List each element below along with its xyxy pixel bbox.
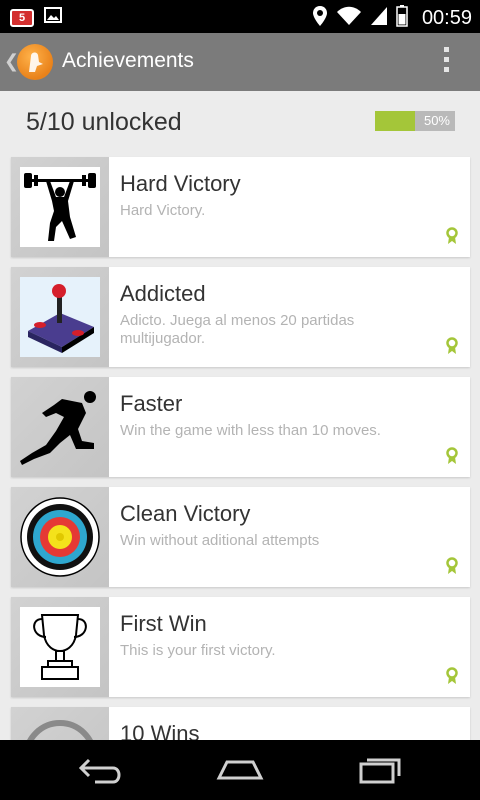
achievement-card[interactable]: Hard Victory Hard Victory. [11, 157, 470, 257]
trophy-icon [20, 607, 100, 687]
achievement-thumbnail [11, 377, 109, 477]
summary: 5/10 unlocked 50% [0, 91, 480, 155]
status-bar: 5 00:59 [0, 0, 480, 33]
notification-badge-icon: 5 [10, 8, 34, 27]
achievement-title: 10 Wins [120, 721, 200, 740]
battery-icon [396, 5, 408, 32]
location-icon [312, 5, 328, 32]
ribbon-icon [446, 337, 458, 355]
achievement-title: Hard Victory [120, 171, 241, 196]
achievement-description: This is your first victory. [120, 642, 276, 659]
ribbon-icon [446, 227, 458, 245]
achievement-title: Faster [120, 391, 183, 416]
ribbon-icon [446, 557, 458, 575]
achievement-card[interactable]: Clean Victory Win without aditional atte… [11, 487, 470, 587]
back-icon[interactable] [75, 754, 125, 786]
achievements-list[interactable]: 5/10 unlocked 50% Hard Victory Hard Vict… [0, 91, 480, 740]
weightlifter-icon [20, 167, 100, 247]
achievement-thumbnail [11, 597, 109, 697]
achievement-title: First Win [120, 611, 207, 636]
status-right: 00:59 [312, 5, 472, 32]
recents-icon[interactable] [355, 754, 405, 786]
unlocked-count: 5/10 unlocked [26, 108, 182, 136]
achievement-card[interactable]: First Win This is your first victory. [11, 597, 470, 697]
progress-label: 50% [423, 113, 450, 128]
home-icon[interactable] [215, 754, 265, 786]
runner-icon [20, 387, 100, 467]
page-title: Achievements [62, 49, 194, 72]
navigation-bar [0, 740, 480, 800]
achievement-title: Clean Victory [120, 501, 251, 526]
app-logo-icon[interactable] [17, 44, 53, 80]
achievement-thumbnail [11, 267, 109, 367]
achievement-card[interactable]: Faster Win the game with less than 10 mo… [11, 377, 470, 477]
image-icon [44, 7, 62, 28]
achievement-description: Win without aditional attempts [120, 532, 320, 549]
target-icon [20, 497, 100, 577]
wifi-icon [336, 6, 362, 31]
achievement-card[interactable]: Addicted Adicto. Juega al menos 20 parti… [11, 267, 470, 367]
ribbon-icon [446, 447, 458, 465]
ribbon-icon [446, 667, 458, 685]
progress-fill [375, 111, 415, 131]
status-left: 5 [10, 7, 62, 28]
achievement-description: Hard Victory. [120, 202, 206, 219]
overflow-menu-icon[interactable] [444, 47, 450, 72]
achievement-title: Addicted [120, 281, 206, 306]
achievement-thumbnail [11, 157, 109, 257]
achievement-card[interactable]: 10 Wins [11, 707, 470, 740]
action-bar: ❮ Achievements [0, 33, 480, 91]
achievement-description: Adicto. Juega al menos 20 partidas multi… [120, 312, 355, 347]
achievement-description: Win the game with less than 10 moves. [120, 422, 381, 439]
progress-bar: 50% [375, 111, 455, 131]
achievement-thumbnail [11, 487, 109, 587]
achievement-thumbnail [11, 707, 109, 740]
joystick-icon [20, 277, 100, 357]
medal-icon [20, 717, 100, 740]
signal-icon [370, 6, 388, 31]
clock: 00:59 [421, 7, 472, 29]
